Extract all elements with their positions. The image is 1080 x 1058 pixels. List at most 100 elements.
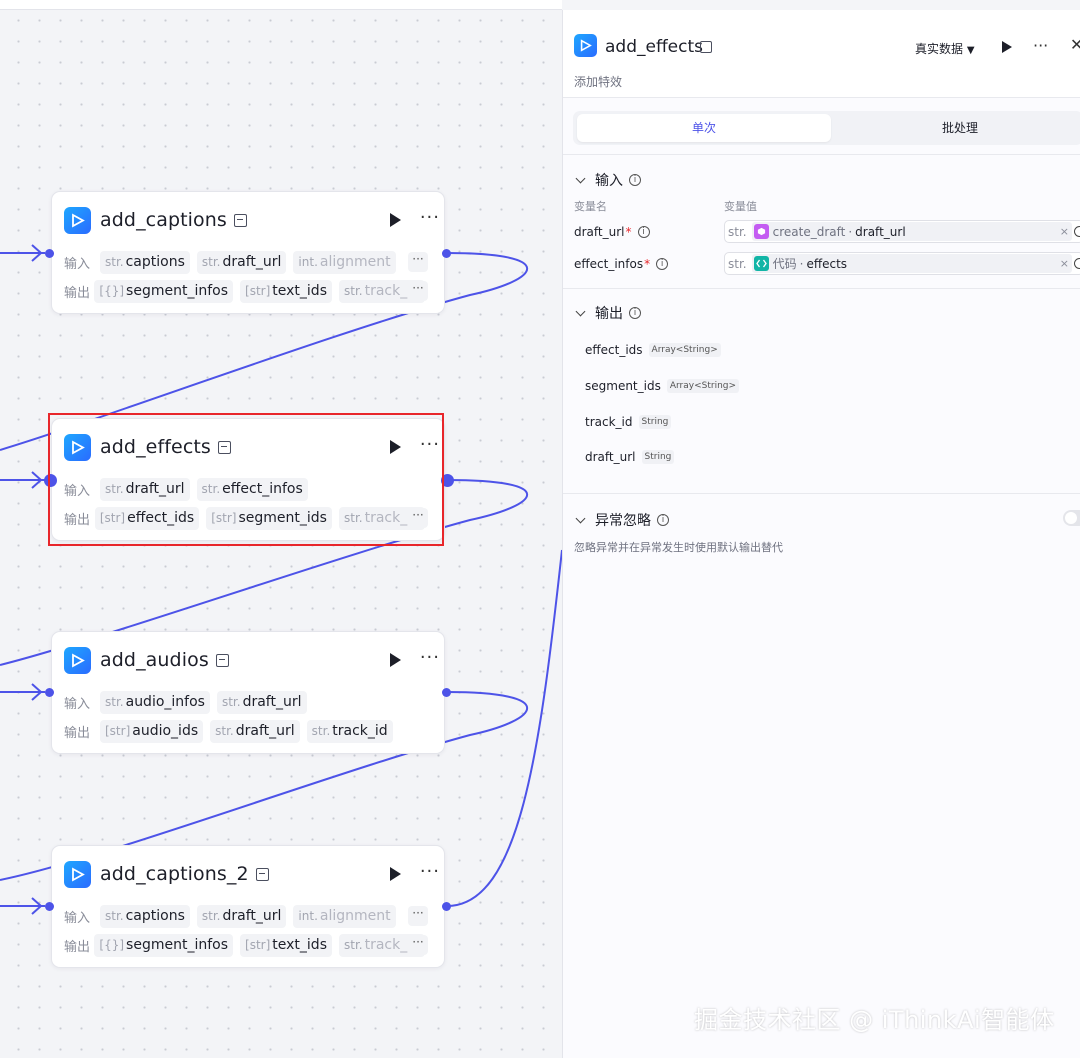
plugin-logo-icon xyxy=(64,206,91,234)
node-more-button[interactable]: ··· xyxy=(420,647,440,668)
output-item: segment_ids Array<String> xyxy=(585,379,740,393)
run-mode-tabs: 单次 批处理 xyxy=(573,111,1080,145)
node-add-audios[interactable]: add_audios ··· 输入 str. audio_infos str. dr… xyxy=(51,631,445,754)
settings-icon[interactable] xyxy=(1074,258,1080,269)
variable-reference[interactable]: create_draft · draft_url xyxy=(751,222,1072,241)
chevron-down-icon: ▼ xyxy=(966,45,975,56)
output-row: 输出 [str] effect_ids [str] segment_ids str.… xyxy=(64,506,432,530)
output-item: effect_ids Array<String> xyxy=(585,343,721,357)
run-icon[interactable] xyxy=(390,440,401,454)
node-more-button[interactable]: ··· xyxy=(420,861,440,882)
info-icon[interactable]: i xyxy=(657,514,669,526)
tab-batch[interactable]: 批处理 xyxy=(833,114,1080,142)
node-add-captions[interactable]: add_captions ··· 输入 str. captions str. dra… xyxy=(51,191,445,314)
node-title: add_captions_2 xyxy=(100,863,249,885)
plugin-logo-icon xyxy=(574,34,597,57)
divider xyxy=(563,154,1080,155)
exception-description: 忽略异常并在异常发生时使用默认输出替代 xyxy=(574,541,783,554)
node-input-port[interactable] xyxy=(45,249,54,258)
plugin-badge-icon xyxy=(215,653,229,667)
input-row: 输入 str. audio_infos str. draft_url xyxy=(64,690,432,714)
close-icon[interactable]: ✕ xyxy=(1070,35,1080,54)
info-icon[interactable]: i xyxy=(629,307,641,319)
data-mode-label: 真实数据 xyxy=(915,42,964,56)
exception-section-header[interactable]: 异常忽略 i xyxy=(574,510,669,530)
output-label: 输出 xyxy=(64,939,91,955)
node-more-button[interactable]: ··· xyxy=(420,207,440,228)
panel-title[interactable]: add_effects xyxy=(605,37,703,57)
settings-icon[interactable] xyxy=(1074,226,1080,237)
data-mode-select[interactable]: 真实数据 ▼ xyxy=(915,40,975,57)
tab-single[interactable]: 单次 xyxy=(577,114,831,142)
node-title: add_effects xyxy=(100,436,211,458)
output-item: draft_url String xyxy=(585,450,675,464)
expand-params-button[interactable]: ··· xyxy=(408,252,428,272)
chevron-down-icon xyxy=(575,513,586,523)
type-label: str. xyxy=(728,224,747,239)
param-tag: [str] audio_ids xyxy=(100,719,204,743)
param-label-effect-infos: effect_infos * i xyxy=(574,257,669,271)
info-icon[interactable]: i xyxy=(637,226,650,238)
param-tag: str. draft_url xyxy=(210,719,300,743)
section-title: 异常忽略 xyxy=(595,513,651,529)
node-add-captions-2[interactable]: add_captions_2 ··· 输入 str. captions str. d… xyxy=(51,845,445,968)
panel-description[interactable]: 添加特效 xyxy=(574,73,622,90)
param-tag: [{}] segment_infos xyxy=(94,933,234,957)
chevron-down-icon xyxy=(575,306,586,316)
variable-reference[interactable]: 代码 · effects xyxy=(751,254,1072,273)
node-output-port[interactable] xyxy=(441,474,454,487)
column-header-value: 变量值 xyxy=(724,200,757,213)
node-input-port[interactable] xyxy=(45,902,54,911)
node-input-port[interactable] xyxy=(45,688,54,697)
node-header: add_audios xyxy=(64,645,432,675)
output-item: track_id String xyxy=(585,415,672,429)
param-tag: [str] text_ids xyxy=(240,933,332,957)
run-icon[interactable] xyxy=(390,653,401,667)
param-tag: str. draft_url xyxy=(216,690,307,714)
node-detail-panel: add_effects 添加特效 真实数据 ▼ ··· ✕ 单次 批处理 输入 … xyxy=(562,10,1080,1058)
output-label: 输出 xyxy=(64,725,91,741)
node-header: add_effects xyxy=(64,432,432,462)
test-run-icon[interactable] xyxy=(1002,41,1012,53)
expand-params-button[interactable]: ··· xyxy=(408,508,428,528)
run-icon[interactable] xyxy=(390,867,401,881)
plugin-badge-icon xyxy=(217,440,231,454)
node-output-port[interactable] xyxy=(442,249,451,258)
node-add-effects[interactable]: add_effects ··· 输入 str. draft_url str. eff… xyxy=(51,418,445,541)
run-icon[interactable] xyxy=(390,213,401,227)
expand-params-button[interactable]: ··· xyxy=(408,281,428,301)
canvas-top-bar xyxy=(0,0,562,10)
expand-params-button[interactable]: ··· xyxy=(408,906,428,926)
input-label: 输入 xyxy=(64,696,91,712)
output-row: 输出 [{}] segment_infos [str] text_ids str. t… xyxy=(64,933,432,957)
output-label: 输出 xyxy=(64,512,91,528)
info-icon[interactable]: i xyxy=(629,174,641,186)
param-tag: str. captions xyxy=(100,904,190,928)
expand-params-button[interactable]: ··· xyxy=(408,935,428,955)
input-section-header[interactable]: 输入 i xyxy=(574,170,641,190)
panel-more-icon[interactable]: ··· xyxy=(1033,36,1048,55)
clear-icon[interactable]: × xyxy=(1060,225,1069,238)
node-title: add_captions xyxy=(100,209,227,231)
output-label: 输出 xyxy=(64,285,91,301)
panel-header: add_effects 添加特效 真实数据 ▼ ··· ✕ xyxy=(563,10,1080,98)
input-row: 输入 str. captions str. draft_url int. alignm… xyxy=(64,904,432,928)
output-row: 输出 [{}] segment_infos [str] text_ids str. t… xyxy=(64,279,432,303)
node-more-button[interactable]: ··· xyxy=(420,434,440,455)
plugin-badge-icon xyxy=(233,213,247,227)
info-icon[interactable]: i xyxy=(656,258,669,270)
param-tag: str. draft_url xyxy=(196,904,287,928)
divider xyxy=(563,493,1080,494)
output-row: 输出 [str] audio_ids str. draft_url str. trac… xyxy=(64,719,432,743)
node-output-port[interactable] xyxy=(442,902,451,911)
output-section-header[interactable]: 输出 i xyxy=(574,303,641,323)
param-tag: [str] effect_ids xyxy=(94,506,200,530)
clear-icon[interactable]: × xyxy=(1060,257,1069,270)
input-row: 输入 str. draft_url str. effect_infos xyxy=(64,477,432,501)
input-row: 输入 str. captions str. draft_url int. alignm… xyxy=(64,250,432,274)
node-output-port[interactable] xyxy=(442,688,451,697)
node-input-port[interactable] xyxy=(44,474,57,487)
exception-ignore-toggle[interactable] xyxy=(1063,510,1080,526)
param-value-effect-infos[interactable]: str. 代码 · effects × xyxy=(724,252,1080,275)
param-value-draft-url[interactable]: str. create_draft · draft_url × xyxy=(724,220,1080,243)
